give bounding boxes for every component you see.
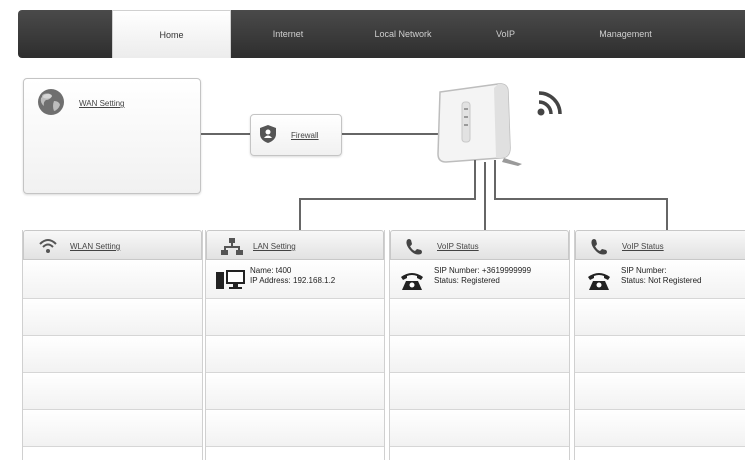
list-item [390, 410, 569, 447]
sip-number: SIP Number: +3619999999 [434, 266, 532, 275]
network-icon [221, 238, 243, 255]
voip-status-link-2[interactable]: VoIP Status [622, 242, 664, 251]
list-item [206, 410, 384, 447]
main-navigation: Home Internet Local Network VoIP Managem… [18, 10, 745, 58]
lan-column: LAN Setting Name: t400 IP Address: 192.1… [205, 230, 385, 460]
list-item [575, 336, 745, 373]
connector-line [299, 198, 476, 200]
list-item [390, 373, 569, 410]
list-item [206, 299, 384, 336]
tab-management[interactable]: Management [568, 10, 683, 58]
list-item [575, 299, 745, 336]
firewall-link[interactable]: Firewall [291, 131, 319, 140]
connector-line [342, 133, 440, 135]
computer-icon [216, 270, 245, 289]
sip-number: SIP Number: [621, 266, 667, 275]
list-item [390, 336, 569, 373]
list-item [23, 336, 202, 373]
list-item [575, 410, 745, 447]
list-item: SIP Number: Status: Not Registered [575, 260, 745, 299]
connector-line [666, 198, 668, 230]
wlan-column: WLAN Setting [22, 230, 203, 460]
wifi-signal-icon [537, 91, 562, 116]
wifi-icon [39, 239, 57, 253]
wlan-header: WLAN Setting [23, 230, 202, 260]
globe-icon [38, 89, 64, 115]
lan-device-ip: IP Address: 192.168.1.2 [250, 276, 336, 285]
shield-icon [260, 125, 276, 143]
list-item: SIP Number: +3619999999 Status: Register… [390, 260, 569, 299]
lan-header: LAN Setting [206, 230, 384, 260]
tab-internet[interactable]: Internet [233, 10, 343, 58]
list-item [23, 299, 202, 336]
connector-line [201, 133, 250, 135]
tab-local-network[interactable]: Local Network [348, 10, 458, 58]
sip-status: Status: Registered [434, 276, 500, 285]
firewall-panel: Firewall [250, 114, 342, 156]
list-item [390, 299, 569, 336]
voip-status-header-2: VoIP Status [575, 230, 745, 260]
list-item [23, 373, 202, 410]
list-item [23, 410, 202, 447]
connector-line [484, 162, 486, 230]
list-item [206, 336, 384, 373]
phone-icon [591, 239, 607, 255]
connector-line [494, 198, 668, 200]
list-item: Name: t400 IP Address: 192.168.1.2 [206, 260, 384, 299]
list-item [206, 373, 384, 410]
voip-status-column-2: VoIP Status SIP Number: Status: Not Regi… [574, 230, 745, 460]
lan-setting-link[interactable]: LAN Setting [253, 242, 296, 251]
voip-status-link-1[interactable]: VoIP Status [437, 242, 479, 251]
list-item [575, 373, 745, 410]
router-icon [437, 83, 522, 166]
lan-device-name: Name: t400 [250, 266, 292, 275]
voip-status-column-1: VoIP Status SIP Number: +3619999999 Stat… [389, 230, 570, 460]
connector-line [494, 160, 496, 200]
wan-panel: WAN Setting [23, 78, 201, 194]
connector-line [299, 198, 301, 230]
connector-line [474, 160, 476, 200]
telephone-icon [588, 273, 610, 290]
voip-status-header-1: VoIP Status [390, 230, 569, 260]
telephone-icon [401, 273, 423, 290]
list-item [23, 260, 202, 299]
phone-icon [406, 239, 422, 255]
tab-voip[interactable]: VoIP [458, 10, 553, 58]
wlan-setting-link[interactable]: WLAN Setting [70, 242, 120, 251]
wan-setting-link[interactable]: WAN Setting [79, 99, 125, 108]
sip-status: Status: Not Registered [621, 276, 702, 285]
tab-home[interactable]: Home [112, 10, 231, 58]
